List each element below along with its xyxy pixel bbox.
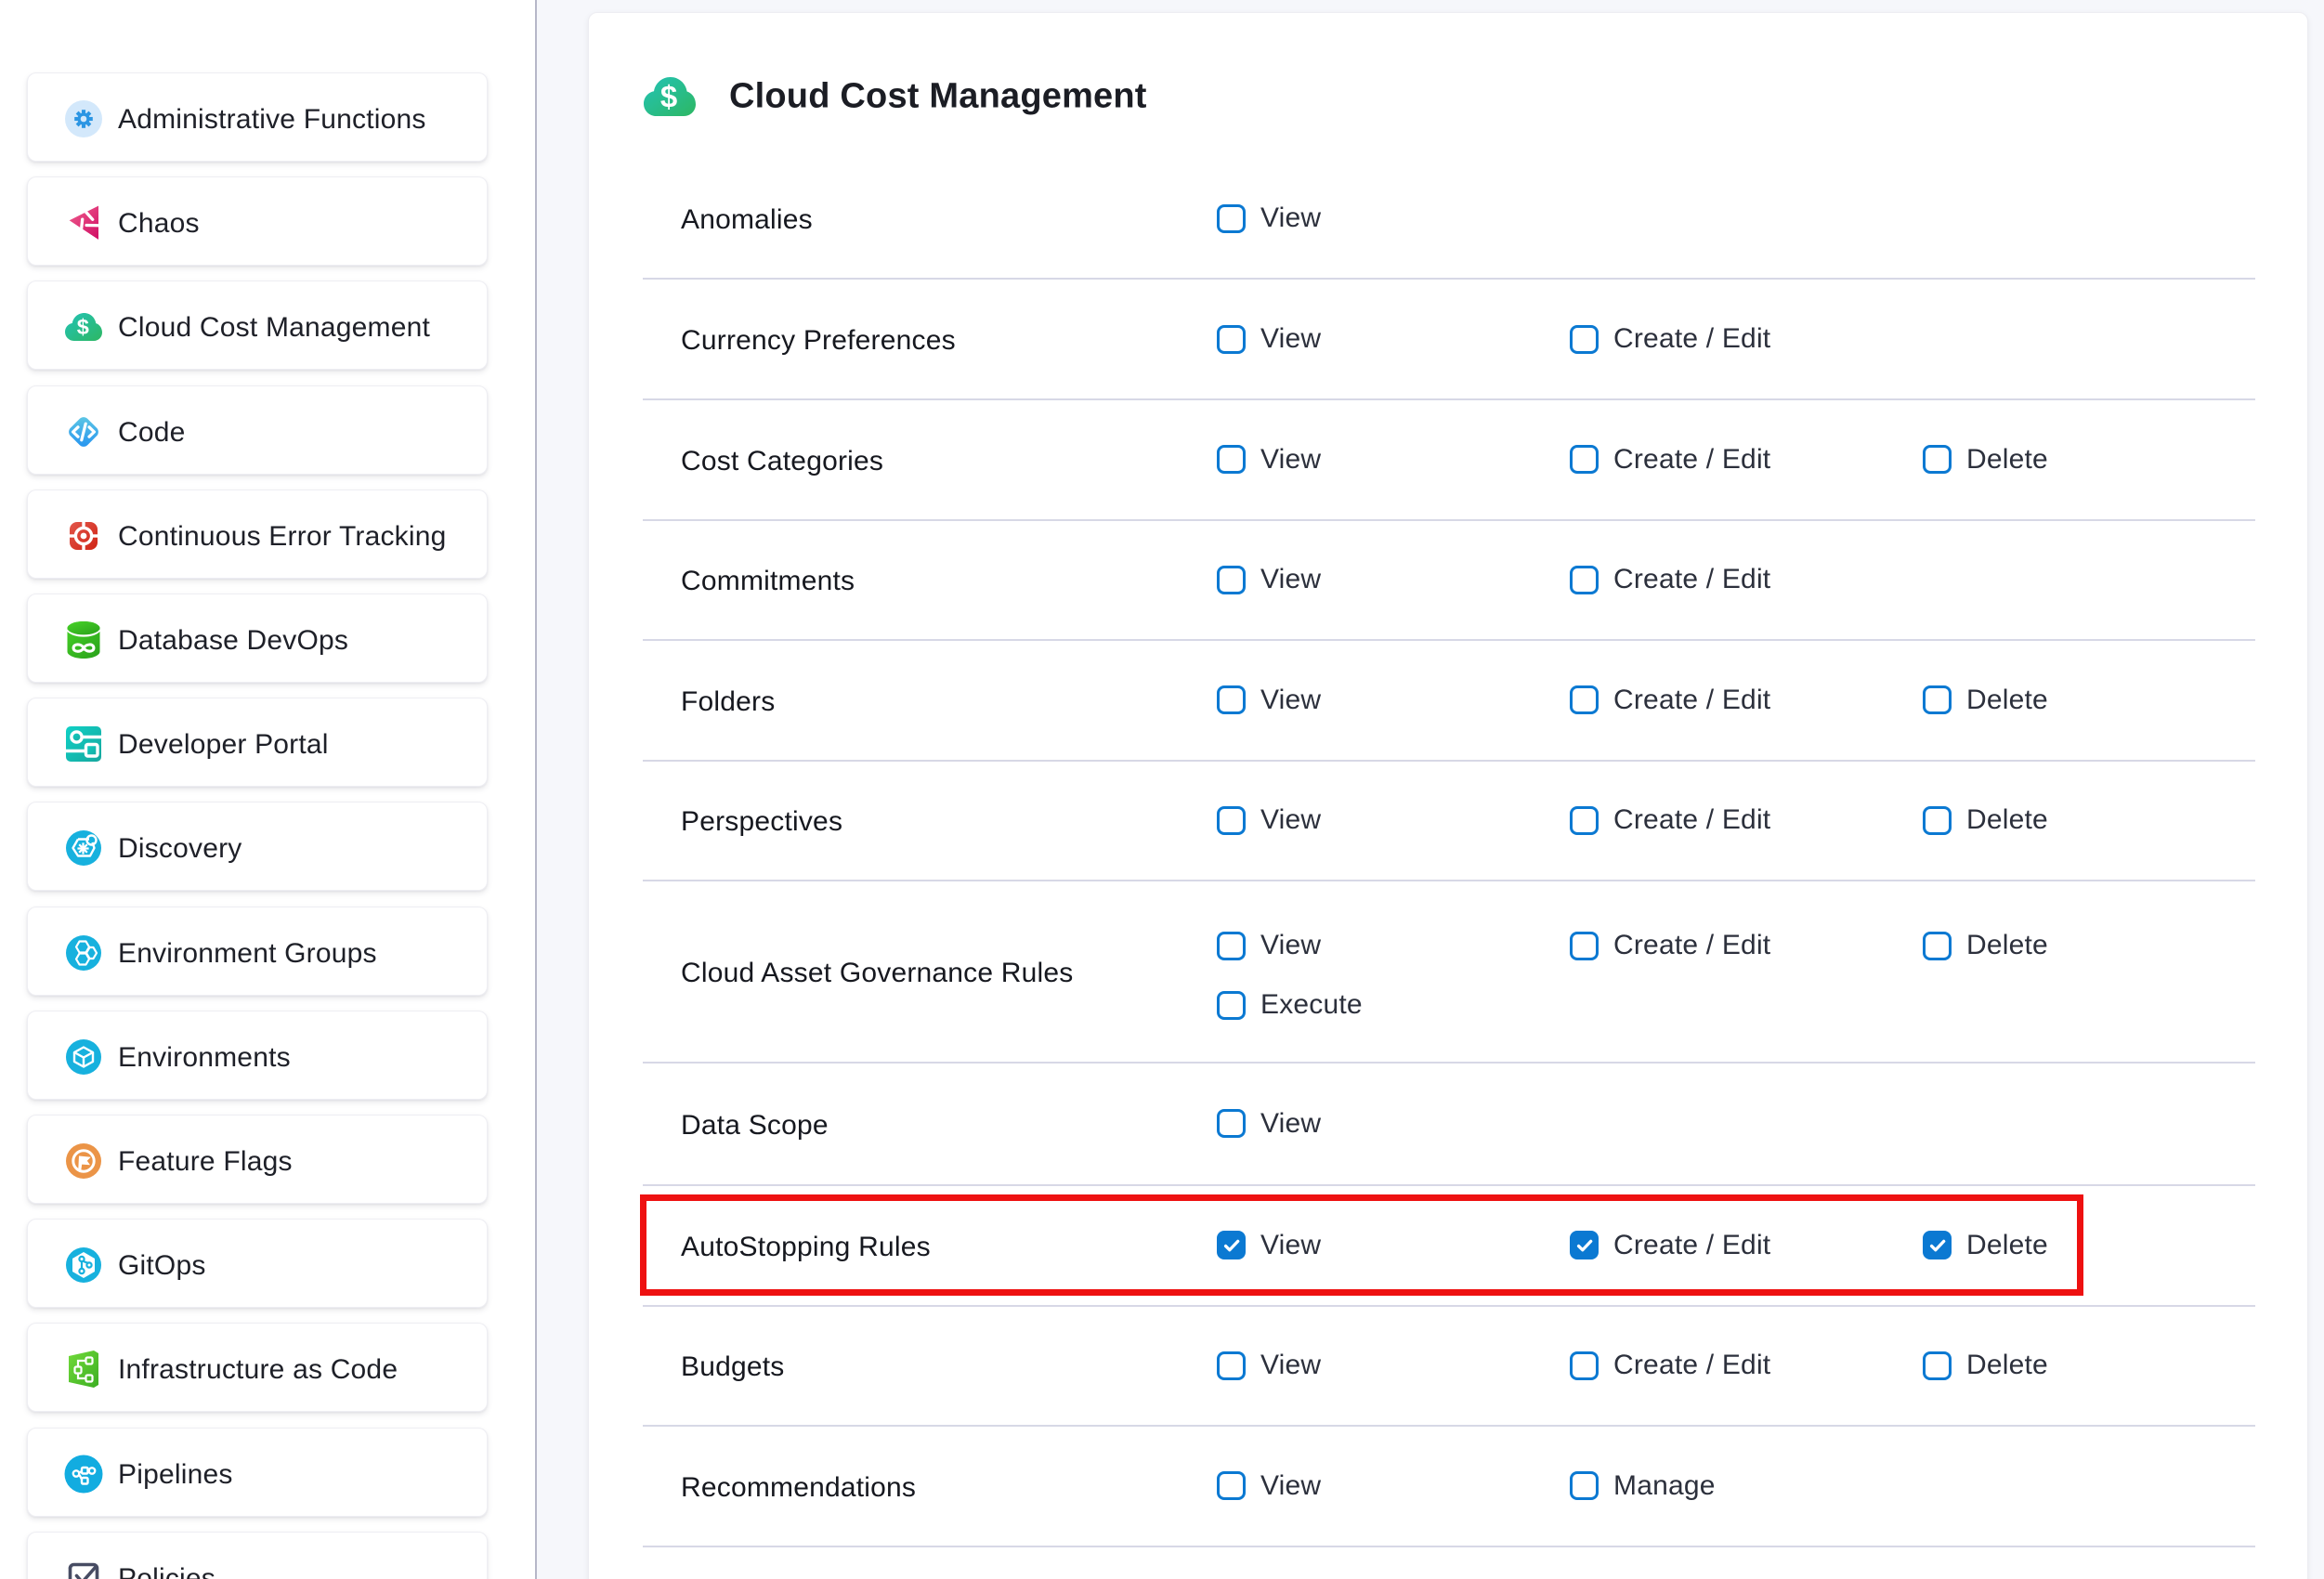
svg-text:$: $ xyxy=(77,315,89,339)
svg-text:$: $ xyxy=(660,80,677,114)
